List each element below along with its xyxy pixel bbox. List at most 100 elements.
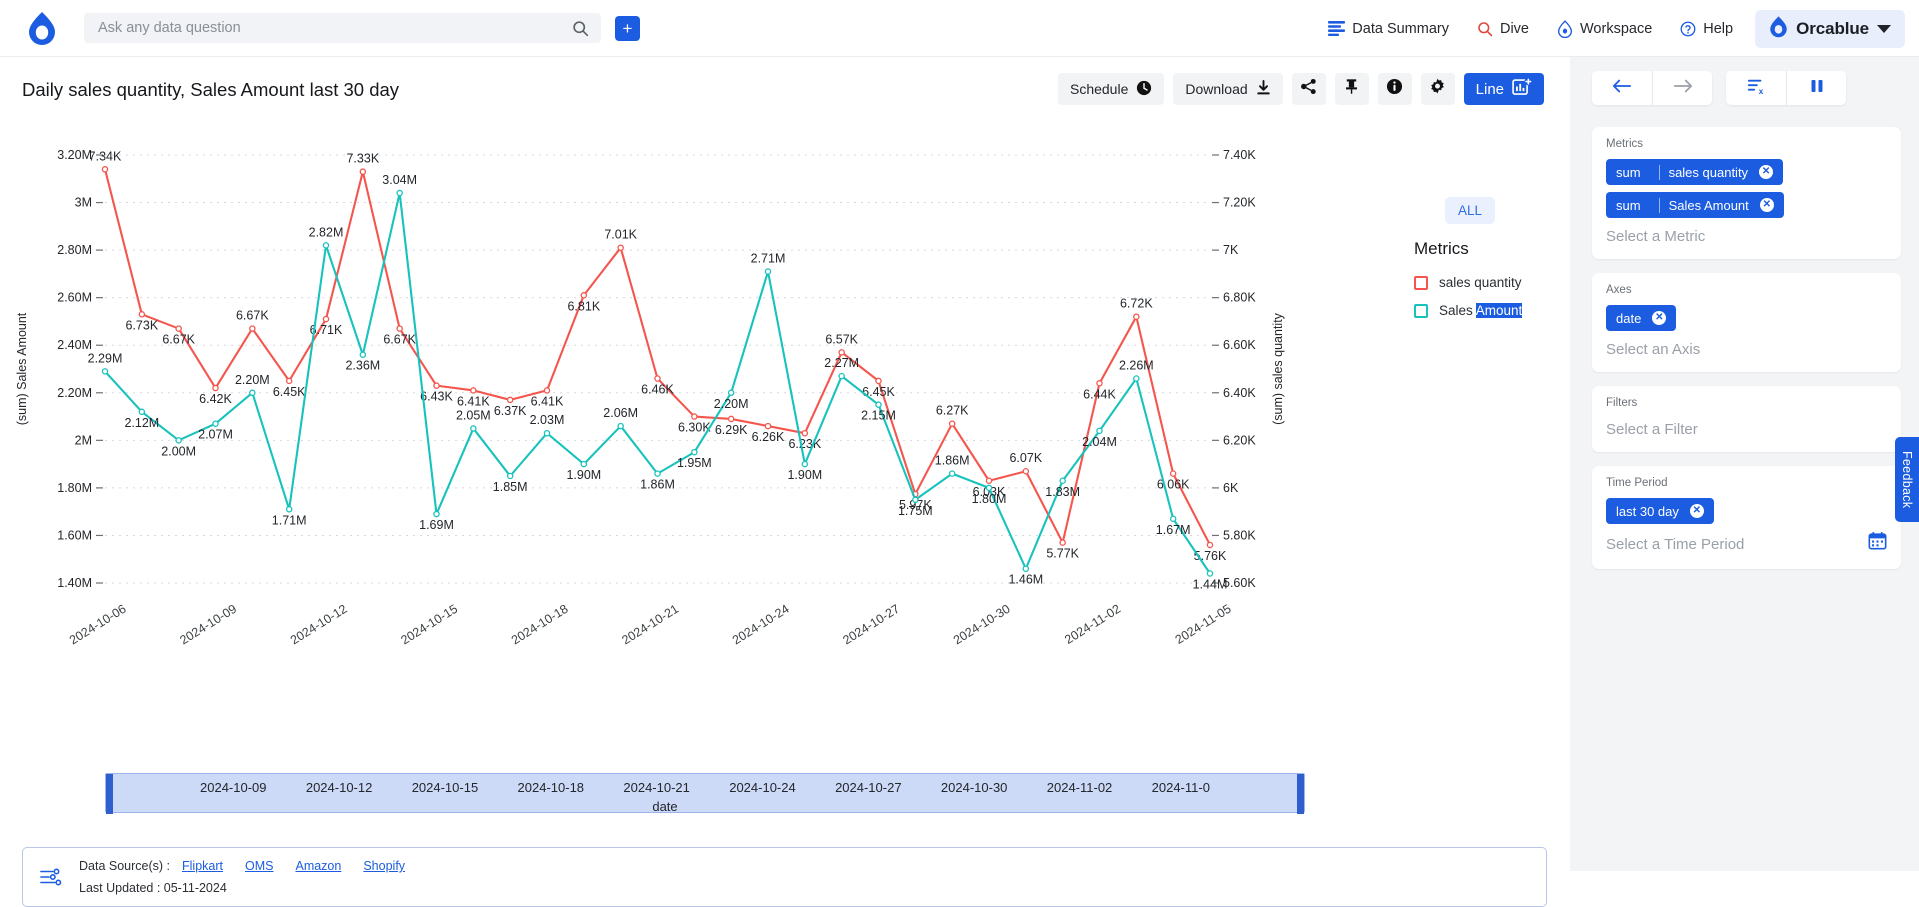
metric-chip-sales-quantity[interactable]: sum sales quantity ✕ [1606,159,1784,185]
data-point [433,510,440,518]
data-label: 2.26M [1119,359,1154,373]
data-source-footer: Data Source(s) : Flipkart OMS Amazon Shopify… [22,847,1547,907]
data-point [506,396,514,404]
pin-button[interactable] [1334,73,1369,105]
metrics-card: Metrics sum sales quantity ✕ sum Sales A… [1592,127,1901,259]
nav-item-dive[interactable]: Dive [1463,12,1543,46]
remove-chip-icon[interactable]: ✕ [1689,504,1704,518]
data-label: 6.07K [1009,451,1042,465]
y-axis-left-tick-label: 2.20M [57,386,92,400]
data-point [617,244,624,251]
data-label: 6.46K [641,383,674,397]
add-button[interactable]: + [615,15,640,41]
metric-chip-sales-amount[interactable]: sum Sales Amount ✕ [1606,192,1784,218]
data-label: 6.29K [715,423,748,437]
y-axis-left-tick-label: 2M [75,433,92,447]
feedback-tab[interactable]: Feedback [1895,437,1919,523]
nav-item-help[interactable]: Help [1666,12,1747,46]
action-group: x [1726,71,1846,105]
nav-links: Data Summary Dive Workspace Help Orcablu… [1314,0,1905,57]
data-point [1206,541,1214,549]
nav-item-workspace[interactable]: Workspace [1543,12,1666,46]
chart-svg: 1.40M 1.60M 1.80M 2M 2.20M 2.40M 2.60M 2.80M 3M 3… [15,148,1285,648]
share-button[interactable] [1291,73,1326,105]
x-axis-tick-label: 2024-10-09 [177,602,239,648]
data-point [1096,427,1103,435]
clear-filters-button[interactable]: x [1726,71,1786,105]
y-axis-right-tick-label: 7.20K [1223,196,1256,210]
chip-name: last 30 day [1616,503,1679,519]
data-point [543,429,551,437]
download-button[interactable]: Download [1173,73,1283,105]
calendar-icon[interactable] [1868,531,1887,555]
back-button[interactable] [1592,71,1652,105]
remove-chip-icon[interactable]: ✕ [1759,198,1774,212]
info-button[interactable] [1377,73,1412,105]
data-point [322,315,330,323]
data-point [985,477,993,485]
legend-item-sales-amount[interactable]: Sales Amount [1414,303,1564,318]
clock-icon [1136,80,1152,99]
schedule-button[interactable]: Schedule [1057,73,1165,105]
remove-chip-icon[interactable]: ✕ [1652,311,1667,325]
data-label: 6.44K [1083,387,1116,401]
chart-type-button[interactable]: Line [1463,73,1544,105]
help-circle-icon [1680,21,1696,37]
download-icon [1256,79,1271,99]
data-point [138,311,146,318]
series-sales-quantity: 7.34K6.73K6.67K6.42K6.67K6.45K6.71K7.33K… [89,149,1227,563]
data-label: 2.00M [161,444,196,458]
data-label: 2.15M [861,409,896,423]
remove-chip-icon[interactable]: ✕ [1759,165,1774,179]
chevron-down-icon[interactable] [1877,24,1891,33]
all-metrics-button[interactable]: ALL [1444,197,1496,224]
y-axis-right-tick-label: 6K [1223,481,1239,495]
forward-button[interactable] [1652,71,1712,105]
settings-button[interactable] [1420,73,1455,105]
select-metric-input[interactable]: Select a Metric [1606,225,1887,245]
selected-text: Amount [1475,303,1523,318]
search-icon[interactable] [572,20,589,37]
y-axis-right-tick-label: 5.80K [1223,528,1256,542]
y-axis-left-tick-label: 3.20M [57,148,92,162]
nav-label: Workspace [1580,20,1653,37]
app-logo[interactable] [0,11,84,45]
axis-chip-date[interactable]: date ✕ [1606,305,1677,331]
data-point [875,401,882,408]
data-label: 6.43K [420,390,453,404]
data-point [1022,565,1030,572]
data-source-icon [23,866,79,888]
footer-text: Data Source(s) : Flipkart OMS Amazon Shopify… [79,855,427,899]
search-bar[interactable] [84,13,601,43]
nav-item-data-summary[interactable]: Data Summary [1314,12,1463,46]
pause-button[interactable] [1786,71,1846,105]
select-time-period-input[interactable]: Select a Time Period [1606,533,1744,553]
data-point [691,413,698,420]
chip-agg: sum [1616,164,1641,180]
line-chart[interactable]: 1.40M 1.60M 1.80M 2M 2.20M 2.40M 2.60M 2.80M 3M 3… [0,113,1400,733]
profile-menu[interactable]: Orcablue [1755,9,1905,48]
select-filter-input[interactable]: Select a Filter [1606,418,1887,438]
data-point [322,242,330,249]
time-period-chip[interactable]: last 30 day ✕ [1606,498,1714,524]
rail-nav: x [1592,71,1901,105]
chip-name: date [1616,310,1642,326]
data-label: 2.27M [824,356,859,370]
legend-item-sales-quantity[interactable]: sales quantity [1414,275,1564,290]
data-label: 3.04M [382,173,417,187]
select-axis-input[interactable]: Select an Axis [1606,338,1887,358]
data-label: 7.34K [89,149,122,163]
chart-type-label: Line [1475,80,1504,98]
data-label: 1.46M [1008,573,1043,587]
y-axis-right-tick-label: 6.20K [1223,433,1256,447]
share-icon [1300,78,1317,100]
data-point [948,470,956,477]
data-label: 2.06M [603,406,638,420]
data-label: 1.86M [935,454,970,468]
history-nav-group [1592,71,1712,105]
data-label: 6.27K [936,404,969,418]
search-input[interactable] [96,19,572,37]
data-label: 1.83M [1045,485,1080,499]
legend-label: Sales Amount [1439,303,1523,318]
data-point [912,496,919,504]
